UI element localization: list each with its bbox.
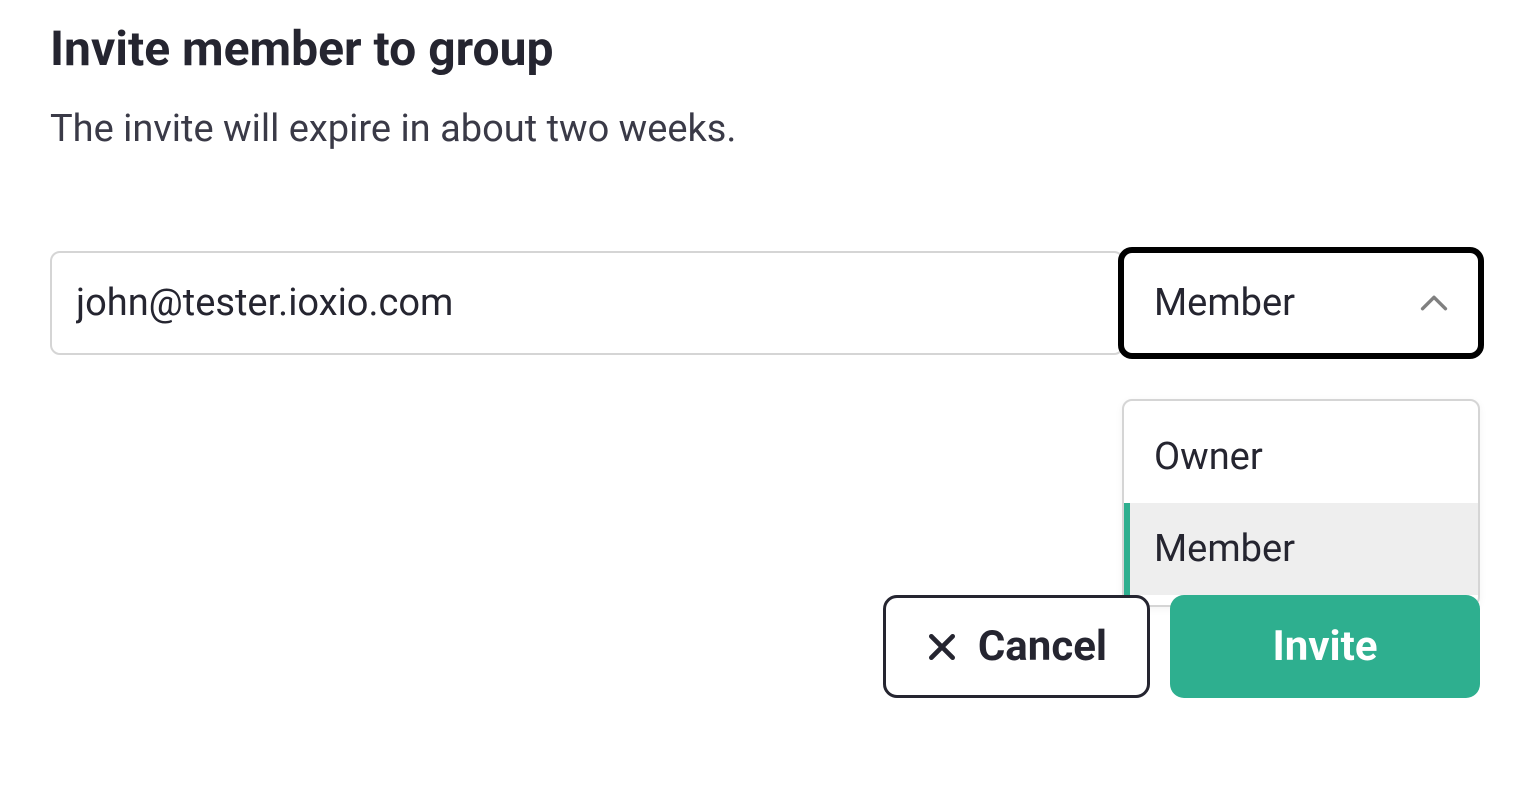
dropdown-item-member[interactable]: Member <box>1124 503 1478 595</box>
role-dropdown-menu: Owner Member <box>1122 399 1480 607</box>
role-selected-label: Member <box>1154 281 1295 325</box>
invite-form-row: Member Owner Member <box>50 251 1480 355</box>
invite-button-label: Invite <box>1272 622 1377 671</box>
dialog-title: Invite member to group <box>50 20 1480 77</box>
chevron-up-icon <box>1420 289 1448 317</box>
email-field[interactable] <box>50 251 1124 355</box>
dropdown-item-owner[interactable]: Owner <box>1124 411 1478 503</box>
invite-button[interactable]: Invite <box>1170 595 1480 698</box>
dialog-subtitle: The invite will expire in about two week… <box>50 107 1480 151</box>
role-select[interactable]: Member <box>1122 251 1480 355</box>
dialog-actions: Cancel Invite <box>50 595 1480 698</box>
cancel-button-label: Cancel <box>978 622 1107 671</box>
cancel-button[interactable]: Cancel <box>883 595 1150 698</box>
close-icon <box>926 631 958 663</box>
